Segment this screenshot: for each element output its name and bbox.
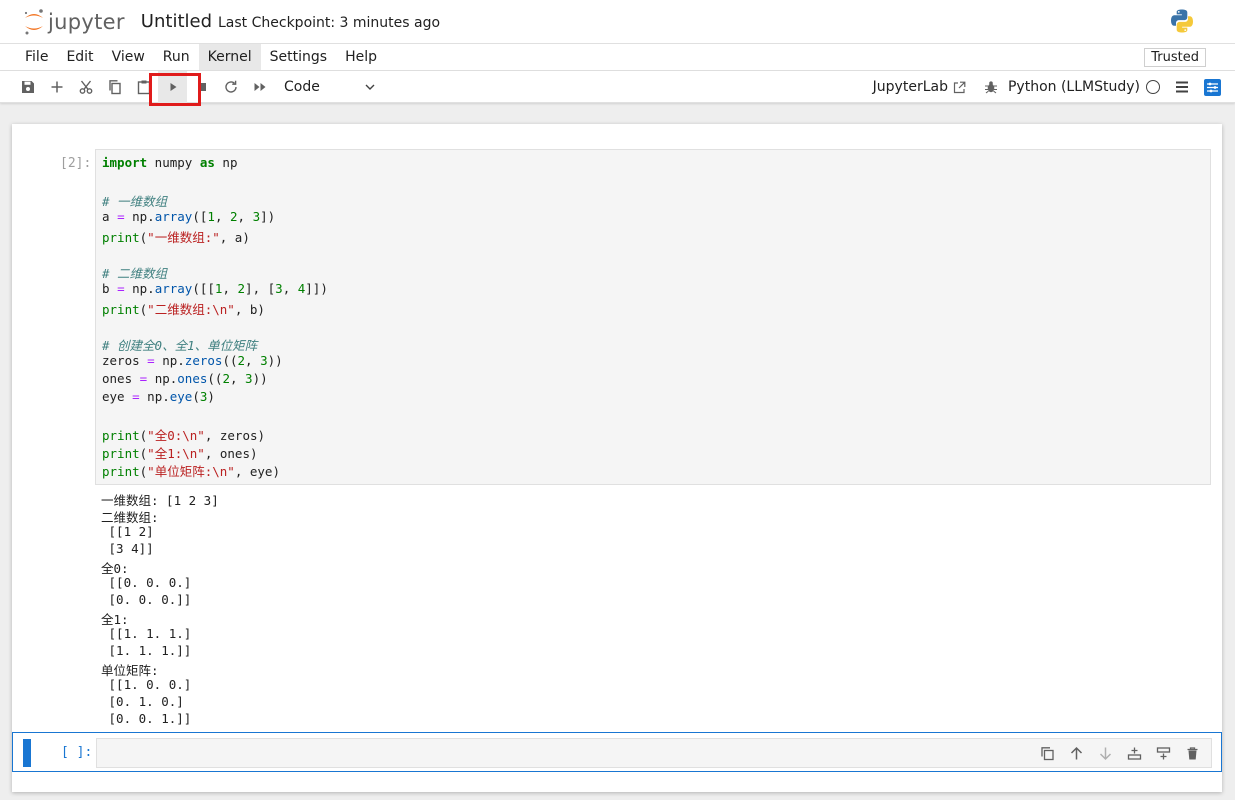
restart-icon: [224, 80, 237, 93]
cell-1-editor[interactable]: import numpy as np # 一维数组 a = np.array([…: [95, 149, 1211, 485]
output-line: [3 4]]: [101, 541, 154, 556]
code-line: # 一维数组: [102, 194, 168, 209]
delete-cell-button[interactable]: [1178, 742, 1207, 764]
code-line: # 创建全0、全1、单位矩阵: [102, 338, 258, 353]
output-line: [0. 0. 1.]]: [101, 711, 192, 726]
add-cell-button[interactable]: [42, 71, 71, 103]
cell-type-value: Code: [284, 78, 320, 95]
cut-icon: [79, 80, 92, 94]
run-cell-button[interactable]: [158, 70, 187, 103]
debugger-button[interactable]: [982, 78, 1000, 96]
menu-help[interactable]: Help: [336, 44, 386, 70]
duplicate-icon: [1041, 746, 1054, 760]
menu-settings[interactable]: Settings: [261, 44, 336, 70]
python-logo-icon: [1169, 8, 1195, 34]
code-line: # 二维数组: [102, 266, 168, 281]
insert-below-icon: [1156, 746, 1171, 759]
menu-edit[interactable]: Edit: [57, 44, 102, 70]
toolbar-right: JupyterLab Python (LLMStudy): [873, 71, 1221, 103]
menu-bar: File Edit View Run Kernel Settings Help …: [0, 43, 1235, 71]
bug-icon: [984, 81, 997, 94]
chevron-down-icon: [365, 84, 375, 90]
kernel-name[interactable]: Python (LLMStudy): [1008, 79, 1140, 95]
delete-icon: [1187, 746, 1198, 759]
insert-above-icon: [1127, 747, 1142, 760]
paste-button[interactable]: [129, 71, 158, 103]
move-up-icon: [1070, 746, 1083, 759]
menu-run[interactable]: Run: [154, 44, 199, 70]
open-jupyterlab-link[interactable]: JupyterLab: [873, 79, 966, 95]
top-bar: jupyter Untitled Last Checkpoint: 3 minu…: [0, 0, 1235, 43]
code-line: import numpy as np: [102, 155, 238, 170]
copy-button[interactable]: [100, 71, 129, 103]
output-line: [[0. 0. 0.]: [101, 575, 192, 590]
menu-file[interactable]: File: [16, 44, 57, 70]
jupyter-logo-text: jupyter: [48, 9, 125, 34]
move-cell-up-button[interactable]: [1062, 742, 1091, 764]
jupyter-logo-icon: [22, 7, 46, 37]
run-icon: [170, 82, 176, 91]
last-checkpoint: Last Checkpoint: 3 minutes ago: [218, 14, 441, 31]
copy-icon: [108, 79, 121, 94]
cell-toolbar: [1033, 742, 1207, 764]
interrupt-kernel-button[interactable]: [187, 71, 216, 103]
code-line: ones = np.ones((2, 3)): [102, 371, 268, 386]
code-line: print("一维数组:", a): [102, 230, 250, 245]
external-link-icon: [953, 81, 966, 93]
save-icon: [21, 80, 34, 93]
restart-run-all-button[interactable]: [245, 71, 274, 103]
paste-icon: [137, 80, 150, 94]
insert-cell-below-button[interactable]: [1149, 742, 1178, 764]
output-line: [[1. 0. 0.]: [101, 677, 192, 692]
property-inspector-icon: [1203, 78, 1221, 96]
notebook-panel: [2]: import numpy as np # 一维数组 a = np.ar…: [12, 124, 1222, 792]
property-inspector-button[interactable]: [1203, 78, 1221, 96]
cut-button[interactable]: [71, 71, 100, 103]
code-line: print("全1:\n", ones): [102, 446, 258, 461]
insert-cell-above-button[interactable]: [1120, 742, 1149, 764]
code-line: print("单位矩阵:\n", eye): [102, 464, 280, 479]
restart-kernel-button[interactable]: [216, 71, 245, 103]
add-icon: [51, 81, 62, 92]
code-line: eye = np.eye(3): [102, 389, 215, 404]
move-down-icon: [1099, 747, 1112, 760]
cell-2[interactable]: [ ]:: [12, 732, 1222, 772]
code-line: print("二维数组:\n", b): [102, 302, 265, 317]
menu-view[interactable]: View: [103, 44, 154, 70]
cell-2-prompt: [ ]:: [61, 745, 93, 760]
code-line: print("全0:\n", zeros): [102, 428, 266, 443]
notebook-toolbar: Code JupyterLab Python (LLMStudy): [0, 70, 1235, 103]
list-icon: [1176, 81, 1188, 93]
output-line: [0. 1. 0.]: [101, 694, 184, 709]
notebook-title[interactable]: Untitled: [141, 11, 212, 32]
cell-collapser[interactable]: [23, 739, 31, 767]
output-line: [[1 2]: [101, 524, 154, 539]
jupyterlab-label: JupyterLab: [872, 79, 948, 95]
fast-forward-icon: [254, 82, 265, 91]
menu-kernel[interactable]: Kernel: [198, 44, 261, 70]
move-cell-down-button[interactable]: [1091, 742, 1120, 764]
output-line: [1. 1. 1.]]: [101, 643, 192, 658]
code-line: a = np.array([1, 2, 3]): [102, 209, 276, 224]
trusted-indicator[interactable]: Trusted: [1144, 48, 1206, 67]
code-line: b = np.array([[1, 2], [3, 4]]): [102, 281, 328, 296]
cell-1-prompt: [2]:: [60, 156, 92, 171]
save-button[interactable]: [13, 71, 42, 103]
stop-icon: [197, 82, 206, 91]
jupyter-logo[interactable]: jupyter: [22, 7, 125, 37]
duplicate-cell-button[interactable]: [1033, 742, 1062, 764]
output-line: [[1. 1. 1.]: [101, 626, 192, 641]
kernel-status-idle-icon: [1146, 80, 1160, 94]
toc-button[interactable]: [1173, 78, 1191, 96]
cell-type-dropdown[interactable]: Code: [284, 79, 376, 95]
output-line: [0. 0. 0.]]: [101, 592, 192, 607]
code-line: zeros = np.zeros((2, 3)): [102, 353, 283, 368]
